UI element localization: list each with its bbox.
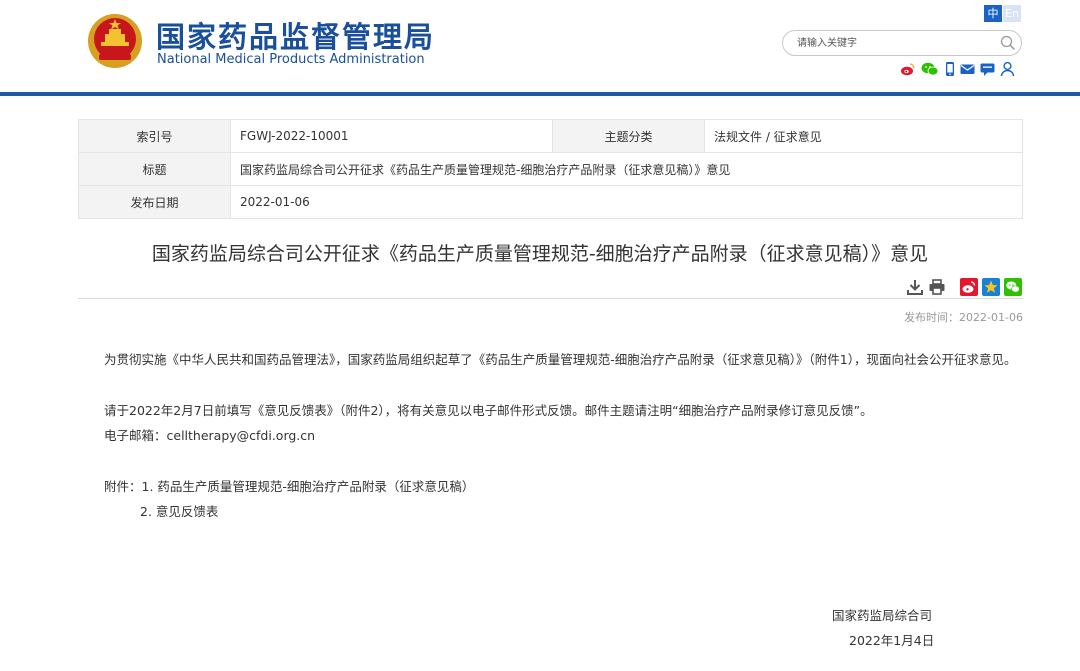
- body-paragraph-1: 为贯彻实施《中华人民共和国药品管理法》，国家药监局组织起草了《药品生产质量管理规…: [104, 352, 1017, 367]
- download-icon[interactable]: [906, 278, 924, 296]
- publish-time: 发布时间：2022-01-06: [904, 311, 1023, 324]
- share-wechat-icon[interactable]: [1004, 278, 1022, 296]
- category-label: 主题分类: [552, 119, 705, 153]
- site-name-en[interactable]: National Medical Products Administration: [157, 52, 425, 67]
- chat-icon[interactable]: [980, 60, 995, 78]
- body-paragraph-2: 请于2022年2月7日前填写《意见反馈表》（附件2），将有关意见以电子邮件形式反…: [104, 403, 873, 418]
- lang-zh-button[interactable]: 中: [984, 5, 1002, 22]
- email-line: 电子邮箱：celltherapy@cfdi.org.cn: [104, 428, 316, 443]
- share-weibo-icon[interactable]: [960, 278, 978, 296]
- weibo-icon[interactable]: [900, 60, 916, 78]
- index-label: 索引号: [78, 119, 231, 153]
- header-divider: [0, 92, 1080, 96]
- mail-icon[interactable]: [960, 60, 975, 78]
- category-value: 法规文件 / 征求意见: [704, 119, 1023, 153]
- site-name-cn[interactable]: 国家药品监督管理局: [156, 14, 435, 56]
- mobile-icon[interactable]: [945, 60, 955, 78]
- date-label: 发布日期: [78, 185, 231, 219]
- signature-org: 国家药监局综合司: [832, 608, 933, 623]
- search-input[interactable]: [797, 34, 997, 52]
- share-favorite-icon[interactable]: [982, 278, 1000, 296]
- search-icon[interactable]: [1000, 35, 1016, 51]
- print-icon[interactable]: [928, 278, 946, 296]
- toolbar-divider: [78, 298, 1023, 299]
- attachment-1[interactable]: 附件：1. 药品生产质量管理规范-细胞治疗产品附录（征求意见稿）: [78, 474, 1023, 500]
- site-header: 国家药品监督管理局 National Medical Products Admi…: [0, 0, 1080, 92]
- title-value: 国家药监局综合司公开征求《药品生产质量管理规范-细胞治疗产品附录（征求意见稿）》…: [230, 152, 1023, 186]
- search-box: [782, 30, 1022, 56]
- attachment-2[interactable]: 2. 意见反馈表: [78, 499, 1023, 525]
- signature-date: 2022年1月4日: [849, 633, 935, 648]
- article-title: 国家药监局综合司公开征求《药品生产质量管理规范-细胞治疗产品附录（征求意见稿）》…: [151, 243, 929, 265]
- user-icon[interactable]: [1000, 60, 1015, 78]
- lang-en-button[interactable]: En: [1003, 5, 1021, 22]
- wechat-icon[interactable]: [921, 60, 939, 78]
- document-info-table: 索引号 FGWJ-2022-10001 主题分类 法规文件 / 征求意见 标题 …: [78, 119, 1023, 219]
- national-emblem-logo[interactable]: [86, 12, 144, 70]
- title-label: 标题: [78, 152, 231, 186]
- index-value: FGWJ-2022-10001: [230, 119, 553, 153]
- date-value: 2022-01-06: [230, 185, 1023, 219]
